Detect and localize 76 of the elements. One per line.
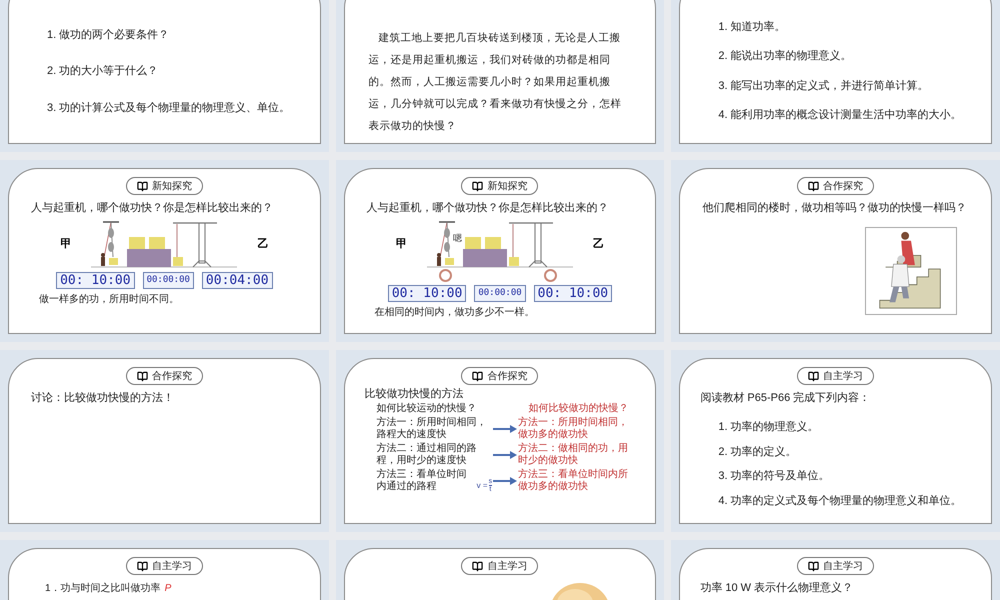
question-text: 人与起重机，哪个做功快？你是怎样比较出来的？ (30, 201, 274, 215)
caption-text: 做一样多的功，所用时间不同。 (38, 292, 180, 306)
slide-thumbnail[interactable]: 自主学习 1．功与时间之比叫做功率 P (0, 540, 329, 600)
badge-text: 新知探究 (487, 180, 528, 194)
caption-text: 在相同的时间内，做功多少不一样。 (374, 306, 536, 319)
slide-thumbnail[interactable]: 合作探究 他们爬相同的楼时，做功相等吗？做功的快慢一样吗？ (671, 160, 1000, 342)
slide-thumbnail[interactable]: 建筑工地上要把几百块砖送到楼顶，无论是人工搬运，还是用起重机搬运，我们对砖做的功都是相同的。然而，人工搬运需要几小时？如果用起重机搬运，几分钟就可以完成？看来做功有快慢之分，怎样表示做功的快慢？ (336, 0, 664, 152)
book-icon (472, 560, 484, 572)
list-item: 2. 功的大小等于什么？ (47, 64, 160, 78)
label-text: 乙 (257, 236, 268, 252)
badge-text: 合作探究 (823, 180, 864, 194)
method-text: 方法三：看单位时间内所做功多的做功快 (518, 469, 630, 493)
book-icon (136, 560, 148, 572)
slide-thumbnail[interactable]: 自主学习 阅读教材 P65-P66 完成下列内容： 1. 功率的物理意义。 2. 功率的定义。 3. 功率的符号及单位。 4. 功率的定义式及每个物理量的物理意义和单位。 (671, 350, 1000, 532)
badge-text: 自主学习 (823, 370, 864, 384)
badge-text: 自主学习 (823, 560, 864, 574)
clock-icon (438, 269, 452, 282)
question-text: 人与起重机，哪个做功快？你是怎样比较出来的？ (366, 201, 610, 215)
badge-text: 合作探究 (152, 370, 192, 384)
intro-text: 阅读教材 P65-P66 完成下列内容： (699, 390, 872, 405)
book-icon (808, 180, 820, 192)
arrow-icon (493, 477, 518, 485)
method-text: 方法二：通过相同的路程，用时少的速度快 (376, 443, 478, 467)
timer-display: 00: 10:00 (388, 285, 466, 302)
clock-icon (544, 269, 557, 282)
badge-text: 自主学习 (152, 560, 192, 574)
label-text: 乙 (592, 236, 604, 252)
list-item: 1. 知道功率。 (718, 20, 787, 34)
book-icon (808, 370, 820, 382)
question-text: 他们爬相同的楼时，做功相等吗？做功的快慢一样吗？ (701, 201, 968, 215)
slide-thumbnail[interactable]: 合作探究 讨论：比较做功快慢的方法！ (0, 350, 329, 532)
list-item: 1. 做功的两个必要条件？ (47, 28, 170, 42)
timer-display: 00: 10:00 (534, 285, 612, 302)
list-item: 4. 功率的定义式及每个物理量的物理意义和单位。 (718, 494, 963, 508)
badge-text: 合作探究 (487, 370, 528, 384)
list-item: 2. 能说出功率的物理意义。 (718, 49, 853, 64)
label-text: 甲 (60, 236, 72, 252)
book-icon (136, 370, 148, 382)
list-item: 3. 能写出功率的定义式，并进行简单计算。 (718, 78, 930, 93)
book-icon (808, 560, 820, 572)
method-text: 方法二：做相同的功，用时少的做功快 (518, 443, 630, 467)
heading-text: 比较做功快慢的方法 (364, 387, 465, 401)
book-icon (472, 370, 484, 382)
exclamation-text: 嗯 (452, 233, 462, 243)
symbol-text: P (164, 582, 172, 596)
timer-display: 00:04:00 (202, 272, 273, 289)
book-icon (472, 180, 484, 192)
definition-text: 1．功与时间之比叫做功率 (45, 582, 161, 596)
method-text: 方法一：所用时间相同，做功多的做功快 (518, 417, 630, 441)
list-item: 3. 功的计算公式及每个物理量的物理意义、单位。 (47, 100, 292, 114)
badge-text: 新知探究 (152, 180, 192, 194)
timer-display: 00: 10:00 (56, 272, 135, 289)
badge-text: 自主学习 (487, 560, 528, 574)
method-text: 方法三：看单位时间内通过的路程 (376, 469, 468, 493)
timer-display: 00:00:00 (142, 272, 194, 289)
arrow-icon (493, 425, 518, 433)
intro-text: 功率 10 W 表示什么物理意义？ (699, 580, 854, 595)
list-item: 2. 功率的定义。 (718, 444, 798, 459)
question-text: 如何比较做功的快慢？ (528, 403, 629, 415)
book-icon (136, 180, 148, 192)
list-item: 3. 功率的符号及单位。 (718, 469, 831, 484)
question-text: 如何比较运动的快慢？ (376, 403, 478, 415)
slide-thumbnail[interactable]: 1. 做功的两个必要条件？ 2. 功的大小等于什么？ 3. 功的计算公式及每个物理量的物理意义、单位。 (0, 0, 329, 152)
question-text: 讨论：比较做功快慢的方法！ (30, 390, 175, 405)
list-item: 4. 能利用功率的概念设计测量生活中功率的大小。 (718, 108, 963, 122)
method-text: 方法一：所用时间相同，路程大的速度快 (376, 417, 488, 441)
slide-thumbnail[interactable]: 自主学习 功率 10 W 表示什么物理意义？ (671, 540, 1000, 600)
slide-thumbnail[interactable]: 新知探究 人与起重机，哪个做功快？你是怎样比较出来的？ 甲 乙 00: 10:00 00:00:00 00:04:00 做一样多的功，所用时间不同。 (0, 160, 329, 342)
list-item: 1. 功率的物理意义。 (718, 420, 820, 434)
slide-thumbnail[interactable]: 1. 知道功率。 2. 能说出功率的物理意义。 3. 能写出功率的定义式，并进行简单计算。 4. 能利用功率的概念设计测量生活中功率的大小。 (671, 0, 1000, 152)
label-text: 甲 (396, 236, 407, 252)
slide-thumbnail[interactable]: 新知探究 人与起重机，哪个做功快？你是怎样比较出来的？ 甲 嗯 乙 00: 10:00 00:00:00 00: 10:00 在相同的时间内，做功多少不一样。 (336, 160, 664, 342)
slide-thumbnail[interactable]: 自主学习 (336, 540, 664, 600)
paragraph: 建筑工地上要把几百块砖送到楼顶，无论是人工搬运，还是用起重机搬运，我们对砖做的功都是相同的。然而，人工搬运需要几小时？如果用起重机搬运，几分钟就可以完成？看来做功有快慢之分，怎样表示做功的快慢？ (368, 31, 623, 134)
arrow-icon (493, 451, 518, 459)
timer-display: 00:00:00 (474, 285, 526, 302)
